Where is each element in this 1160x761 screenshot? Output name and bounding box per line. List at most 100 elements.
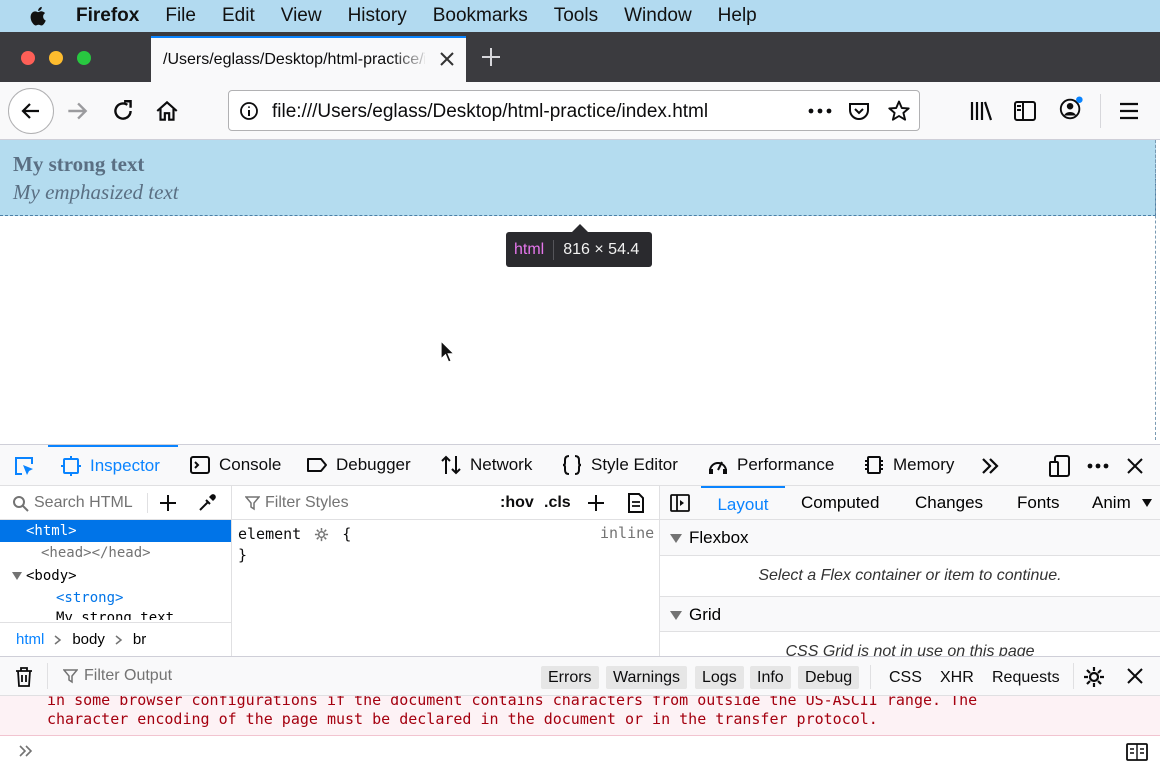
breadcrumb-body[interactable]: body (72, 631, 105, 648)
tab-fonts[interactable]: Fonts (1017, 486, 1060, 520)
editor-mode-icon[interactable] (1126, 743, 1148, 761)
hamburger-menu-icon[interactable] (1116, 98, 1142, 124)
filter-warnings[interactable]: Warnings (606, 666, 687, 689)
eyedropper-icon[interactable] (197, 493, 217, 513)
style-editor-icon (562, 455, 582, 475)
menu-view[interactable]: View (281, 5, 322, 27)
search-separator (147, 493, 148, 513)
console-message-line: character encoding of the page must be d… (47, 710, 878, 728)
forward-arrow-icon[interactable] (64, 98, 90, 124)
close-split-console-icon[interactable] (1126, 667, 1144, 685)
search-html-input[interactable]: Search HTML (34, 494, 133, 512)
sidebar-icon[interactable] (1012, 98, 1038, 124)
tab-memory-label: Memory (893, 455, 955, 474)
filter-css[interactable]: CSS (889, 666, 922, 689)
toggle-pane-icon[interactable] (670, 494, 690, 512)
back-button[interactable] (8, 88, 54, 134)
account-icon[interactable] (1058, 96, 1084, 122)
library-icon[interactable] (968, 98, 994, 124)
tree-node-html[interactable]: <html> (0, 520, 231, 542)
filter-logs[interactable]: Logs (695, 666, 744, 689)
tab-inspector[interactable]: Inspector (48, 445, 178, 485)
tab-layout[interactable]: Layout (701, 486, 785, 520)
filter-debug[interactable]: Debug (798, 666, 860, 689)
filter-info[interactable]: Info (750, 666, 791, 689)
breadcrumb-html[interactable]: html (16, 631, 44, 648)
tab-network[interactable]: Network (440, 445, 532, 485)
tab-performance-label: Performance (737, 455, 835, 474)
apple-logo-icon[interactable] (28, 5, 50, 27)
bookmark-star-icon[interactable] (887, 99, 911, 123)
gear-icon[interactable] (1083, 666, 1105, 688)
tree-node-body[interactable]: <body> (12, 565, 77, 587)
menu-history[interactable]: History (348, 5, 407, 27)
tab-memory[interactable]: Memory (863, 445, 954, 485)
toolbar-separator (1100, 94, 1101, 128)
window-zoom-button[interactable] (77, 51, 91, 65)
menu-app-name[interactable]: Firefox (76, 5, 139, 27)
add-node-icon[interactable] (159, 494, 177, 512)
reload-icon[interactable] (110, 98, 136, 124)
markup-tree: <html> <head></head> <body> <strong> My … (0, 520, 231, 620)
console-separator (1073, 663, 1074, 689)
new-tab-icon[interactable] (480, 46, 502, 68)
grid-section-header[interactable]: Grid (660, 596, 1160, 632)
breadcrumb-br[interactable]: br (133, 631, 146, 648)
markup-pane: Search HTML <html> <head></head> <body> … (0, 486, 232, 656)
navigation-bar: file:///Users/eglass/Desktop/html-practi… (0, 82, 1160, 140)
url-bar[interactable]: file:///Users/eglass/Desktop/html-practi… (228, 90, 920, 131)
devtools-options-icon[interactable] (1086, 457, 1110, 475)
tabs-overflow-icon[interactable] (1142, 499, 1152, 507)
performance-icon (709, 461, 727, 474)
filter-xhr[interactable]: XHR (940, 666, 974, 689)
tab-computed[interactable]: Computed (801, 486, 879, 520)
menu-tools[interactable]: Tools (554, 5, 598, 27)
page-actions-icon[interactable] (807, 102, 833, 120)
tab-console[interactable]: Console (189, 445, 281, 485)
trash-icon[interactable] (14, 666, 34, 688)
home-icon[interactable] (154, 98, 180, 124)
active-tab[interactable]: /Users/eglass/Desktop/html-practice/inde… (151, 36, 466, 82)
print-simulation-icon[interactable] (627, 492, 645, 514)
tab-changes[interactable]: Changes (915, 486, 983, 520)
window-minimize-button[interactable] (49, 51, 63, 65)
filter-output-input[interactable]: Filter Output (84, 667, 172, 685)
tab-debugger[interactable]: Debugger (306, 445, 411, 485)
tab-close-icon[interactable] (438, 50, 456, 68)
mouse-cursor-icon (440, 340, 456, 363)
more-tools-chevron-icon[interactable] (979, 455, 1001, 477)
search-icon (13, 496, 29, 512)
menu-file[interactable]: File (165, 5, 196, 27)
expand-triangle-icon[interactable] (12, 572, 22, 580)
tab-animations[interactable]: Anim (1092, 486, 1138, 520)
element-picker-icon[interactable] (12, 454, 36, 478)
window-close-button[interactable] (21, 51, 35, 65)
devtools-close-icon[interactable] (1125, 456, 1145, 476)
add-rule-icon[interactable] (587, 494, 605, 512)
highlight-guide-line (1155, 140, 1156, 440)
rule-selector[interactable]: element (238, 525, 301, 543)
filter-errors[interactable]: Errors (541, 666, 599, 689)
menu-bookmarks[interactable]: Bookmarks (433, 5, 528, 27)
hov-toggle[interactable]: :hov (500, 494, 534, 512)
responsive-design-icon[interactable] (1048, 454, 1072, 478)
breadcrumb: html body br (0, 622, 231, 656)
site-info-icon[interactable] (239, 101, 259, 121)
grid-message: CSS Grid is not in use on this page (785, 643, 1035, 656)
sidebar-tabs: Layout Computed Changes Fonts Anim (660, 486, 1160, 520)
menu-window[interactable]: Window (624, 5, 692, 27)
tree-node-text[interactable]: My strong text (56, 607, 174, 620)
cls-toggle[interactable]: .cls (544, 494, 571, 512)
menu-help[interactable]: Help (718, 5, 757, 27)
pocket-icon[interactable] (847, 99, 871, 123)
console-message-line: in some browser configurations if the do… (47, 696, 978, 709)
tree-node-head[interactable]: <head></head> (41, 542, 151, 564)
tree-node-strong[interactable]: <strong> (56, 587, 123, 609)
menu-edit[interactable]: Edit (222, 5, 255, 27)
tab-performance[interactable]: Performance (707, 445, 834, 485)
filter-styles-input[interactable]: Filter Styles (265, 494, 349, 512)
filter-requests[interactable]: Requests (992, 666, 1060, 689)
flexbox-section-header[interactable]: Flexbox (660, 520, 1160, 556)
console-input[interactable] (0, 736, 1160, 761)
tab-style-editor[interactable]: Style Editor (561, 445, 678, 485)
